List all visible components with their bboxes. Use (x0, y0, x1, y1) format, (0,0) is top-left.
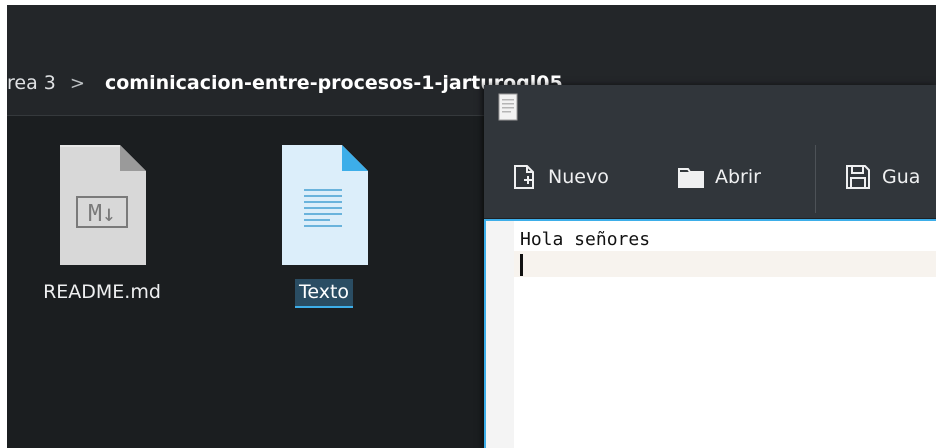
breadcrumb-separator-icon[interactable]: > (70, 73, 85, 94)
file-name-texto: Texto (294, 279, 354, 308)
save-button-label: Gua (882, 166, 921, 188)
desktop-screen: rea 3 > cominicacion-entre-procesos-1-ja… (0, 0, 936, 448)
save-button[interactable]: Gua (844, 159, 920, 195)
new-document-icon (514, 165, 534, 189)
breadcrumb-parent[interactable]: rea 3 (7, 72, 56, 94)
text-editor-window: Nuevo Abrir Gua Hola señores (484, 85, 936, 448)
toolbar-separator (815, 145, 816, 213)
file-item-readme[interactable]: M↓ README.md (7, 143, 197, 306)
markdown-icon-glyph: M↓ (88, 201, 116, 227)
editor-titlebar[interactable] (484, 85, 936, 131)
current-line-highlight (514, 251, 936, 277)
editor-gutter (486, 221, 514, 448)
new-button-label: Nuevo (548, 166, 609, 188)
folder-open-icon (678, 168, 704, 188)
new-button[interactable]: Nuevo (510, 159, 609, 195)
document-text[interactable]: Hola señores (520, 227, 650, 253)
markdown-file-icon: M↓ (60, 145, 146, 265)
file-item-texto[interactable]: Texto (274, 143, 374, 308)
breadcrumb: rea 3 > cominicacion-entre-procesos-1-ja… (7, 68, 563, 98)
file-name-readme: README.md (43, 281, 161, 303)
text-cursor (520, 254, 523, 276)
text-document-icon (498, 93, 518, 121)
open-button-label: Abrir (715, 166, 761, 188)
save-icon (846, 165, 870, 189)
text-editing-area[interactable]: Hola señores (484, 219, 936, 448)
open-button[interactable]: Abrir (677, 159, 761, 195)
text-file-icon (282, 145, 368, 265)
editor-toolbar: Nuevo Abrir Gua (484, 131, 936, 219)
